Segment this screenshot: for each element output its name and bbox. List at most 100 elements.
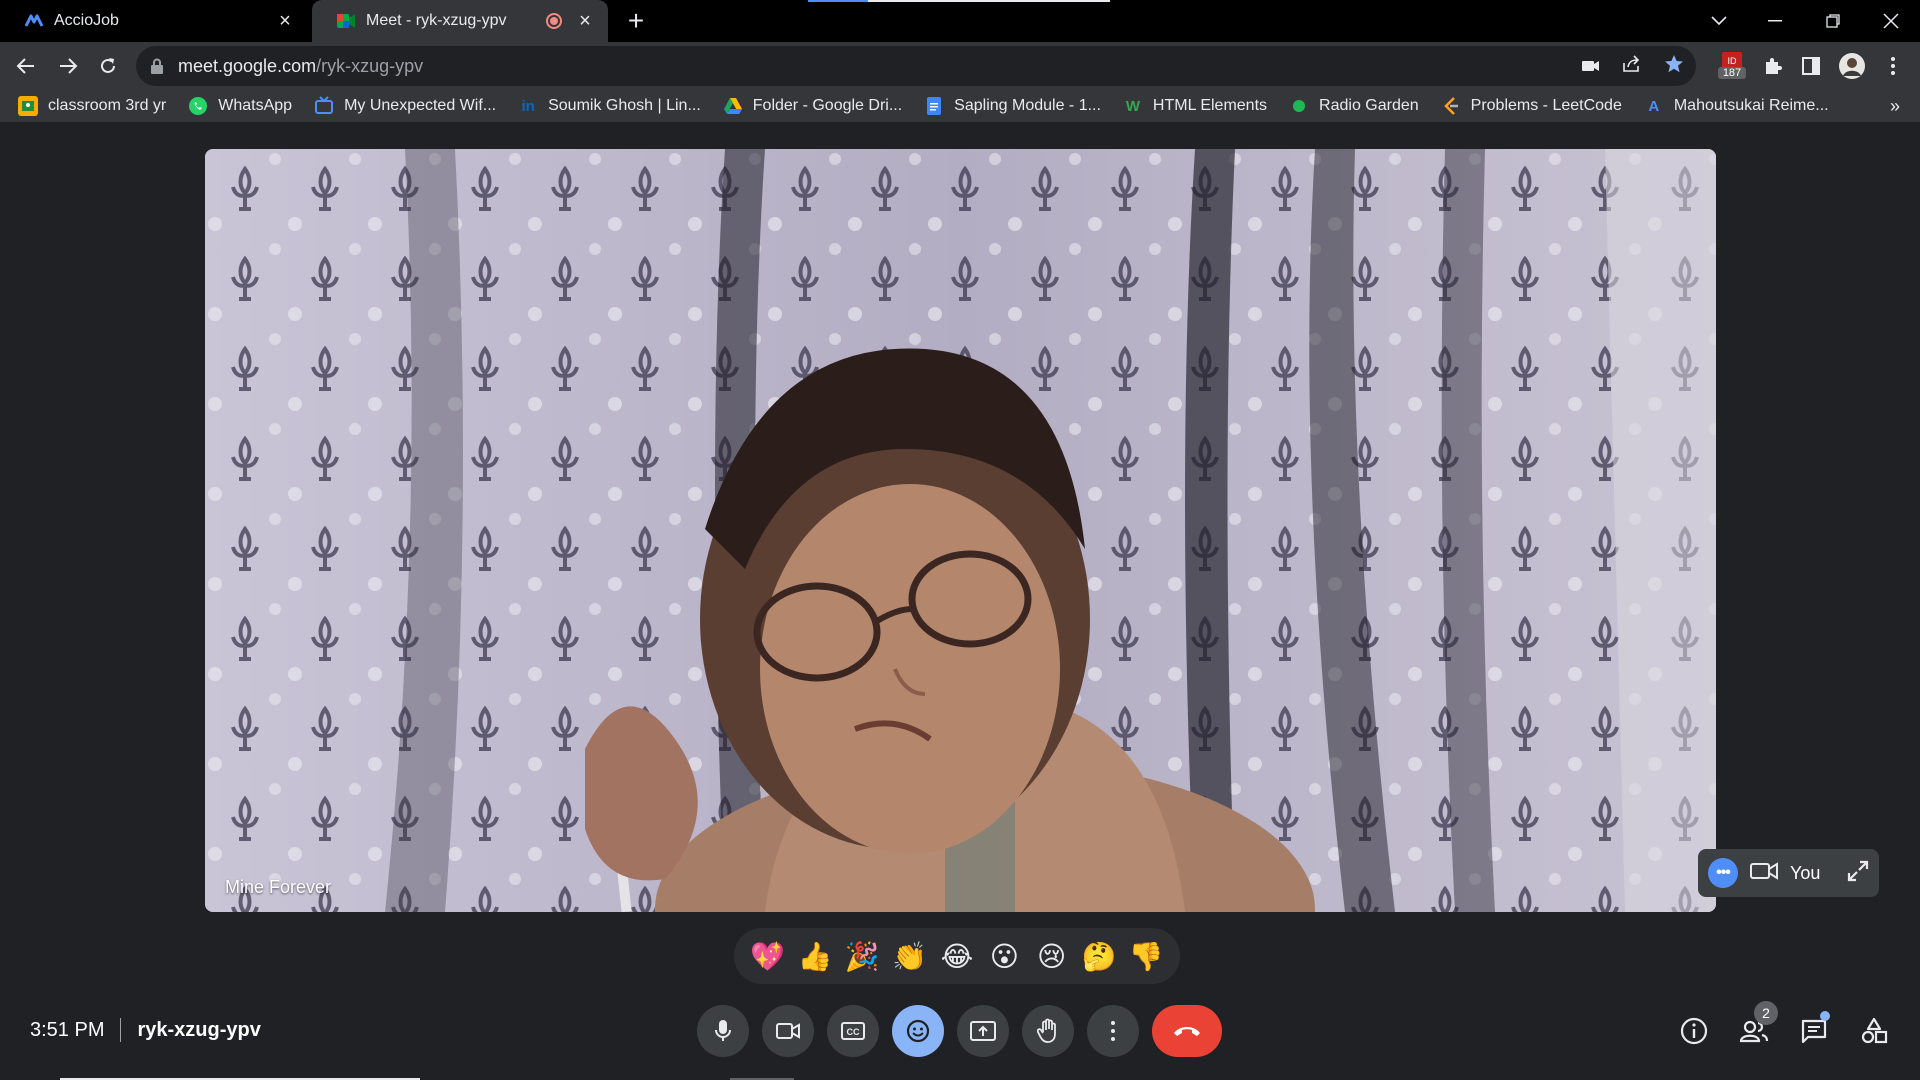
meet-favicon-icon: [336, 11, 356, 31]
tab-meet[interactable]: Meet - ryk-xzug-ypv ×: [312, 0, 608, 42]
recording-indicator-icon: [546, 13, 562, 29]
reload-button[interactable]: [92, 50, 124, 82]
present-icon: [970, 1021, 996, 1041]
forward-button[interactable]: [52, 50, 84, 82]
restore-button[interactable]: [1804, 0, 1862, 42]
reaction-clap[interactable]: 👏: [890, 936, 930, 976]
bookmarks-overflow-icon[interactable]: »: [1890, 90, 1900, 122]
radio-dot-icon: [1289, 96, 1309, 116]
profile-avatar[interactable]: [1836, 50, 1868, 82]
captions-button[interactable]: CC: [827, 1005, 879, 1057]
minimize-button[interactable]: [1746, 0, 1804, 42]
bookmark-classroom[interactable]: classroom 3rd yr: [18, 96, 166, 116]
present-screen-button[interactable]: [957, 1005, 1009, 1057]
more-options-button[interactable]: [1087, 1005, 1139, 1057]
share-icon[interactable]: [1622, 54, 1642, 78]
tv-icon: [314, 96, 334, 116]
bookmark-radio-garden[interactable]: Radio Garden: [1289, 96, 1419, 116]
chat-button[interactable]: [1788, 1005, 1840, 1057]
bookmark-label: WhatsApp: [218, 97, 293, 114]
new-tab-button[interactable]: +: [620, 6, 652, 38]
self-label: You: [1790, 862, 1821, 883]
new-message-dot: [1820, 1011, 1830, 1021]
activities-shapes-icon: [1861, 1017, 1888, 1044]
meeting-details-button[interactable]: [1668, 1005, 1720, 1057]
raise-hand-button[interactable]: [1022, 1005, 1074, 1057]
activities-button[interactable]: [1848, 1005, 1900, 1057]
classroom-icon: [18, 96, 38, 116]
tab-search-chevron-icon[interactable]: [1690, 0, 1748, 42]
browser-toolbar: meet.google.com/ryk-xzug-ypv ID 187: [0, 42, 1920, 90]
people-button[interactable]: 2: [1728, 1001, 1780, 1057]
microphone-button[interactable]: [697, 1005, 749, 1057]
meeting-info: 3:51 PM ryk-xzug-ypv: [30, 1018, 261, 1042]
bookmarks-bar: classroom 3rd yr WhatsApp My Unexpected …: [0, 90, 1920, 122]
meet-main: Mine Forever ••• You 💖 👍 🎉 👏 😂 😮 😢 🤔 👎: [0, 122, 1920, 1080]
participant-count-badge: 2: [1754, 1001, 1778, 1025]
chrome-menu-icon[interactable]: [1878, 50, 1908, 82]
camera-button[interactable]: [762, 1005, 814, 1057]
w-icon: W: [1125, 97, 1140, 115]
bookmark-label: Problems - LeetCode: [1470, 97, 1622, 114]
reactions-button[interactable]: [892, 1005, 944, 1057]
tab-close-icon[interactable]: ×: [274, 10, 296, 32]
reaction-thumbs-up[interactable]: 👍: [795, 936, 835, 976]
tab-title: Meet - ryk-xzug-ypv: [366, 12, 507, 29]
leave-call-button[interactable]: [1152, 1005, 1222, 1057]
reaction-heart[interactable]: 💖: [748, 936, 788, 976]
expand-icon[interactable]: [1847, 860, 1869, 887]
lock-icon: [151, 58, 163, 74]
tab-acciojob[interactable]: AccioJob ×: [0, 0, 308, 42]
reaction-party[interactable]: 🎉: [842, 936, 882, 976]
side-panel-icon[interactable]: [1796, 50, 1826, 82]
address-bar[interactable]: meet.google.com/ryk-xzug-ypv: [136, 46, 1696, 86]
participant-video-tile[interactable]: Mine Forever: [205, 149, 1716, 912]
participant-name: Mine Forever: [225, 877, 332, 897]
reaction-sad[interactable]: 😢: [1032, 936, 1072, 976]
back-button[interactable]: [10, 50, 42, 82]
acciojob-favicon-icon: [24, 11, 44, 31]
bookmark-whatsapp[interactable]: WhatsApp: [188, 96, 292, 116]
close-window-button[interactable]: [1862, 0, 1920, 42]
leetcode-icon: [1441, 96, 1461, 116]
bookmark-label: Folder - Google Dri...: [752, 97, 903, 114]
extension-badge-icon[interactable]: ID 187: [1718, 50, 1746, 82]
meeting-controls-bar: 3:51 PM ryk-xzug-ypv CC 2: [0, 978, 1920, 1080]
extension-badge-count: 187: [1718, 67, 1746, 79]
bookmark-star-icon[interactable]: [1664, 54, 1684, 79]
chat-icon: [1801, 1019, 1827, 1044]
url-path: /ryk-xzug-ypv: [316, 55, 424, 76]
anime-icon: A: [1648, 97, 1660, 115]
bookmark-label: Mahoutsukai Reime...: [1673, 97, 1829, 114]
emoji-icon: [906, 1019, 930, 1043]
url-host: meet.google.com: [178, 55, 317, 76]
reaction-thumbs-down[interactable]: 👎: [1126, 936, 1166, 976]
reaction-thinking[interactable]: 🤔: [1079, 936, 1119, 976]
more-options-icon[interactable]: •••: [1708, 858, 1738, 888]
info-icon: [1680, 1017, 1708, 1045]
linkedin-icon: in: [521, 97, 535, 115]
divider: [120, 1018, 122, 1042]
bookmark-label: Sapling Module - 1...: [954, 97, 1101, 114]
bookmark-anime[interactable]: A Mahoutsukai Reime...: [1644, 96, 1829, 116]
tab-search-indicator-accent: [808, 0, 868, 2]
bookmark-html-elements[interactable]: W HTML Elements: [1123, 96, 1267, 116]
reaction-laugh[interactable]: 😂: [937, 936, 977, 976]
more-vert-icon: [1111, 1021, 1115, 1041]
bookmark-leetcode[interactable]: Problems - LeetCode: [1441, 96, 1622, 116]
bookmark-linkedin[interactable]: in Soumik Ghosh | Lin...: [518, 96, 700, 116]
self-view-tile[interactable]: ••• You: [1698, 849, 1879, 897]
bookmark-tv[interactable]: My Unexpected Wif...: [314, 96, 496, 116]
reactions-bar: 💖 👍 🎉 👏 😂 😮 😢 🤔 👎: [734, 928, 1180, 984]
extensions-puzzle-icon[interactable]: [1758, 50, 1788, 82]
captions-icon: CC: [841, 1022, 865, 1040]
reaction-surprised[interactable]: 😮: [984, 936, 1024, 976]
participant-video-feed: [205, 149, 1716, 912]
camera-icon: [776, 1023, 800, 1039]
tab-close-icon[interactable]: ×: [574, 10, 596, 32]
bookmark-drive[interactable]: Folder - Google Dri...: [723, 96, 902, 116]
camera-permission-icon[interactable]: [1582, 56, 1600, 77]
microphone-icon: [715, 1020, 731, 1041]
svg-text:ID: ID: [1728, 56, 1738, 66]
bookmark-docs[interactable]: Sapling Module - 1...: [924, 96, 1101, 116]
